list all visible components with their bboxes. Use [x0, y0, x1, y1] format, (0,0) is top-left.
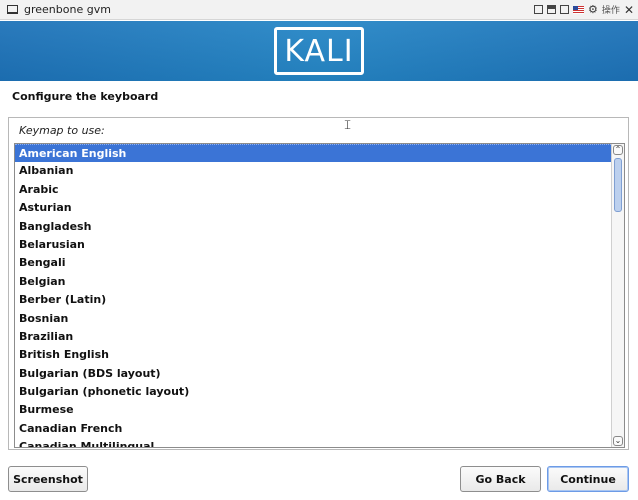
scroll-down-icon[interactable]: ⌄	[613, 436, 623, 446]
keymap-list-item[interactable]: Arabic	[15, 181, 611, 199]
list-scrollbar[interactable]: ⌃ ⌄	[611, 144, 624, 447]
installer-banner: KALI	[0, 21, 638, 81]
keymap-list-item[interactable]: Belgian	[15, 273, 611, 291]
scrollbar-thumb[interactable]	[614, 158, 622, 212]
page-title: Configure the keyboard	[12, 90, 159, 103]
keymap-list-item[interactable]: Brazilian	[15, 328, 611, 346]
keymap-list-item[interactable]: Canadian French	[15, 420, 611, 438]
keymap-list-item[interactable]: Bulgarian (BDS layout)	[15, 365, 611, 383]
keyboard-layout-flag-icon[interactable]	[573, 5, 585, 14]
fullscreen-icon[interactable]	[534, 5, 544, 14]
keymap-list-item[interactable]: Bosnian	[15, 310, 611, 328]
keymap-listbox[interactable]: American English Albanian Arabic Asturian Ba…	[14, 143, 625, 448]
keymap-list-item[interactable]: Burmese	[15, 401, 611, 419]
keymap-panel: Keymap to use: 𝙸 American English Albania…	[8, 117, 629, 450]
keymap-list: American English Albanian Arabic Asturian Ba…	[15, 144, 611, 447]
keymap-list-item[interactable]: British English	[15, 346, 611, 364]
screenshot-button[interactable]: Screenshot	[8, 466, 88, 492]
window-titlebar: greenbone gvm ⚙ 操作 ✕	[0, 0, 638, 20]
keymap-list-item[interactable]: Bulgarian (phonetic layout)	[15, 383, 611, 401]
close-icon[interactable]: ✕	[624, 4, 634, 16]
text-cursor-icon: 𝙸	[343, 118, 353, 133]
window-title: greenbone gvm	[24, 3, 111, 16]
window-controls: ⚙ 操作 ✕	[534, 3, 634, 16]
keymap-list-item[interactable]: Bangladesh	[15, 218, 611, 236]
continue-button[interactable]: Continue	[547, 466, 629, 492]
keymap-list-item[interactable]: Canadian Multilingual	[15, 438, 611, 447]
operations-menu[interactable]: 操作	[602, 3, 620, 16]
gear-icon[interactable]: ⚙	[588, 4, 598, 15]
keymap-list-item[interactable]: Asturian	[15, 199, 611, 217]
restore-icon[interactable]	[547, 5, 557, 14]
go-back-button[interactable]: Go Back	[460, 466, 541, 492]
keymap-list-item[interactable]: Bengali	[15, 254, 611, 272]
keymap-list-item[interactable]: Albanian	[15, 162, 611, 180]
keymap-prompt-label: Keymap to use:	[19, 124, 105, 137]
kali-logo: KALI	[274, 27, 364, 75]
vm-icon	[7, 5, 18, 14]
scroll-up-icon[interactable]: ⌃	[613, 145, 623, 155]
keymap-list-item[interactable]: American English	[15, 144, 611, 163]
maximize-icon[interactable]	[560, 5, 570, 14]
keymap-list-item[interactable]: Belarusian	[15, 236, 611, 254]
keymap-list-item[interactable]: Berber (Latin)	[15, 291, 611, 309]
